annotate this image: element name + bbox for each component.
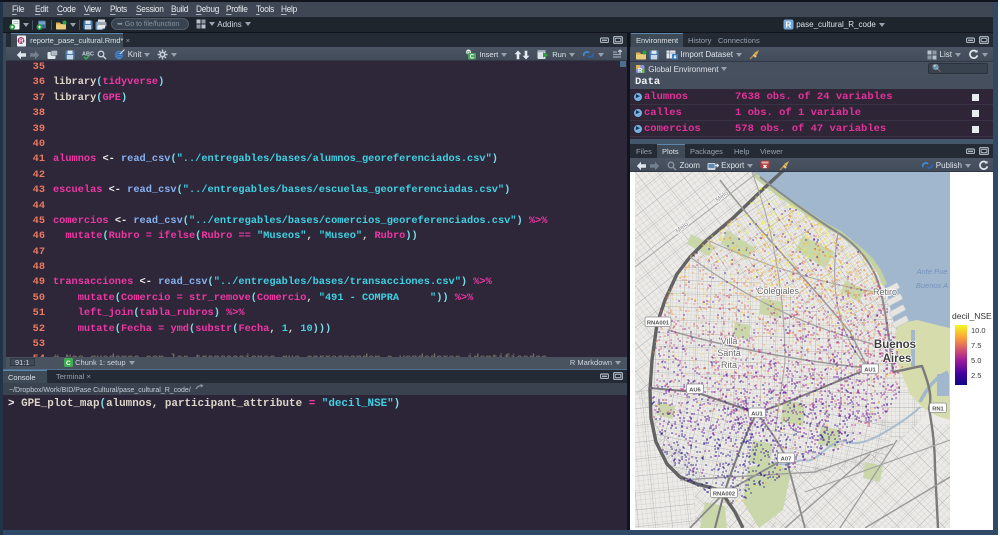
svg-text:C: C bbox=[470, 55, 475, 60]
svg-text:RNA001: RNA001 bbox=[647, 321, 670, 327]
svg-text:A07: A07 bbox=[781, 457, 792, 463]
svg-text:R: R bbox=[19, 38, 24, 45]
svg-text:Colegiales: Colegiales bbox=[757, 286, 800, 296]
svg-text:Santa: Santa bbox=[717, 348, 741, 358]
svg-text:Retiro: Retiro bbox=[873, 287, 897, 297]
svg-text:Buenos: Buenos bbox=[874, 339, 916, 351]
svg-text:RNA002: RNA002 bbox=[713, 492, 735, 498]
svg-text:C: C bbox=[66, 360, 71, 367]
svg-text:R: R bbox=[786, 21, 792, 30]
svg-text:Villa: Villa bbox=[721, 336, 738, 346]
svg-text:Aires: Aires bbox=[883, 353, 912, 365]
svg-text:Ante Pue: Ante Pue bbox=[916, 267, 948, 276]
svg-text:RN1: RN1 bbox=[932, 407, 944, 413]
svg-text:R: R bbox=[638, 69, 643, 74]
svg-text:Rita: Rita bbox=[721, 360, 737, 370]
svg-text:Buenos A: Buenos A bbox=[916, 281, 948, 290]
svg-text:AU1: AU1 bbox=[751, 412, 763, 418]
svg-text:AU6: AU6 bbox=[689, 388, 701, 394]
svg-text:AU1: AU1 bbox=[864, 368, 876, 374]
